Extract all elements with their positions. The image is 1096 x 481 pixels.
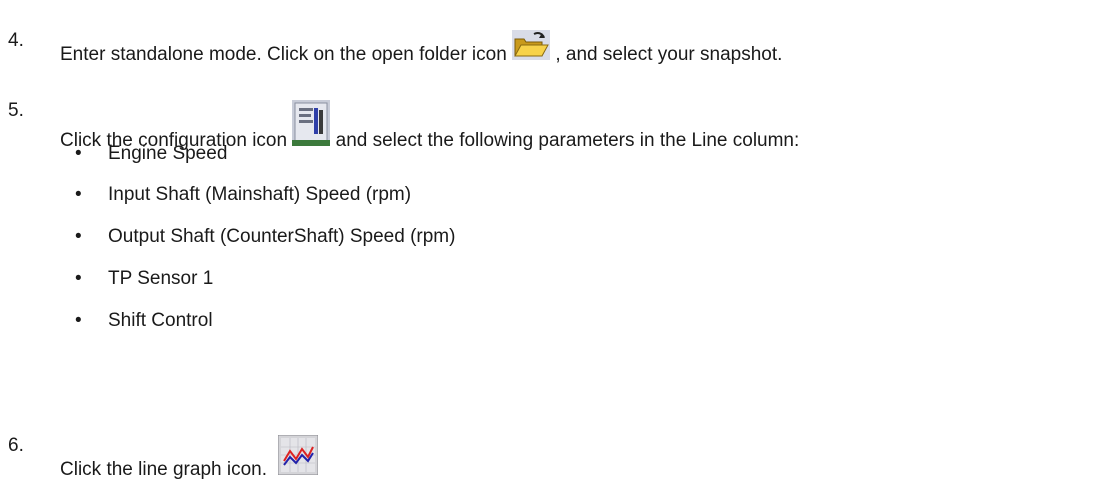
step-number: 6. [8,435,24,456]
bullet: • [75,310,82,331]
bullet: • [75,143,82,164]
parameter-label: TP Sensor 1 [108,268,214,289]
configuration-icon [292,100,335,151]
bullet: • [75,184,82,205]
step-text-after: , and select your snapshot. [555,44,783,65]
step-number: 5. [8,100,24,121]
parameter-label: Shift Control [108,310,213,331]
step-number: 4. [8,30,24,51]
bullet: • [75,226,82,247]
parameter-label: Input Shaft (Mainshaft) Speed (rpm) [108,184,412,205]
parameter-label: Engine Speed [108,143,228,164]
step-text: Click the line graph icon. [60,434,319,481]
step-text-before: Enter standalone mode. Click on the open… [60,44,513,65]
open-folder-icon [512,30,555,65]
parameter-label: Output Shaft (CounterShaft) Speed (rpm) [108,226,456,247]
bullet: • [75,268,82,289]
line-graph-icon [273,434,319,480]
step-text-after: and select the following parameters in t… [335,130,800,151]
step-text-before: Click the line graph icon. [60,459,267,480]
step-text: Enter standalone mode. Click on the open… [60,30,782,66]
